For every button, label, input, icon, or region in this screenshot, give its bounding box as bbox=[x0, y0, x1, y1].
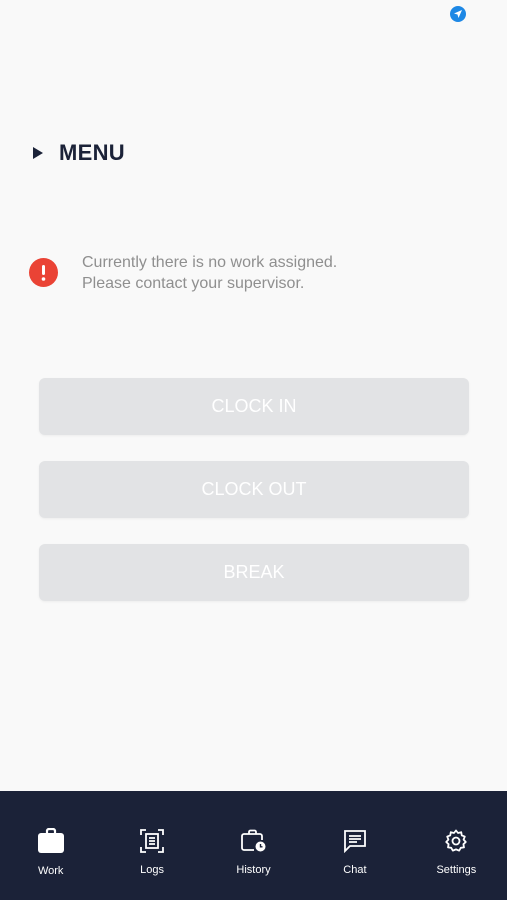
no-work-alert: Currently there is no work assigned. Ple… bbox=[29, 252, 337, 294]
nav-item-logs[interactable]: Logs bbox=[101, 791, 202, 900]
nav-label-logs: Logs bbox=[140, 864, 165, 876]
alert-line-2: Please contact your supervisor. bbox=[82, 275, 305, 292]
alert-message: Currently there is no work assigned. Ple… bbox=[82, 252, 337, 294]
nav-item-settings[interactable]: Settings bbox=[406, 791, 507, 900]
menu-toggle[interactable]: MENU bbox=[33, 140, 125, 166]
clock-in-button[interactable]: CLOCK IN bbox=[39, 378, 469, 435]
location-arrow-icon bbox=[450, 6, 466, 22]
nav-label-chat: Chat bbox=[343, 864, 367, 876]
break-button[interactable]: BREAK bbox=[39, 544, 469, 601]
status-bar bbox=[0, 0, 507, 28]
exclamation-icon bbox=[29, 258, 58, 287]
nav-item-history[interactable]: History bbox=[203, 791, 304, 900]
nav-label-history: History bbox=[236, 864, 271, 876]
chat-icon bbox=[343, 827, 367, 855]
alert-line-1: Currently there is no work assigned. bbox=[82, 254, 338, 271]
document-scan-icon bbox=[140, 827, 165, 855]
nav-label-work: Work bbox=[37, 865, 64, 877]
briefcase-icon bbox=[37, 827, 65, 855]
gear-icon bbox=[444, 827, 468, 855]
clock-out-button[interactable]: CLOCK OUT bbox=[39, 461, 469, 518]
nav-label-settings: Settings bbox=[436, 864, 477, 876]
nav-item-work[interactable]: Work bbox=[0, 791, 101, 900]
menu-label: MENU bbox=[59, 140, 125, 165]
nav-item-chat[interactable]: Chat bbox=[304, 791, 405, 900]
bottom-navigation: Work Logs History Chat Settings bbox=[0, 791, 507, 900]
history-clock-icon bbox=[240, 827, 267, 855]
triangle-right-icon bbox=[33, 147, 43, 159]
